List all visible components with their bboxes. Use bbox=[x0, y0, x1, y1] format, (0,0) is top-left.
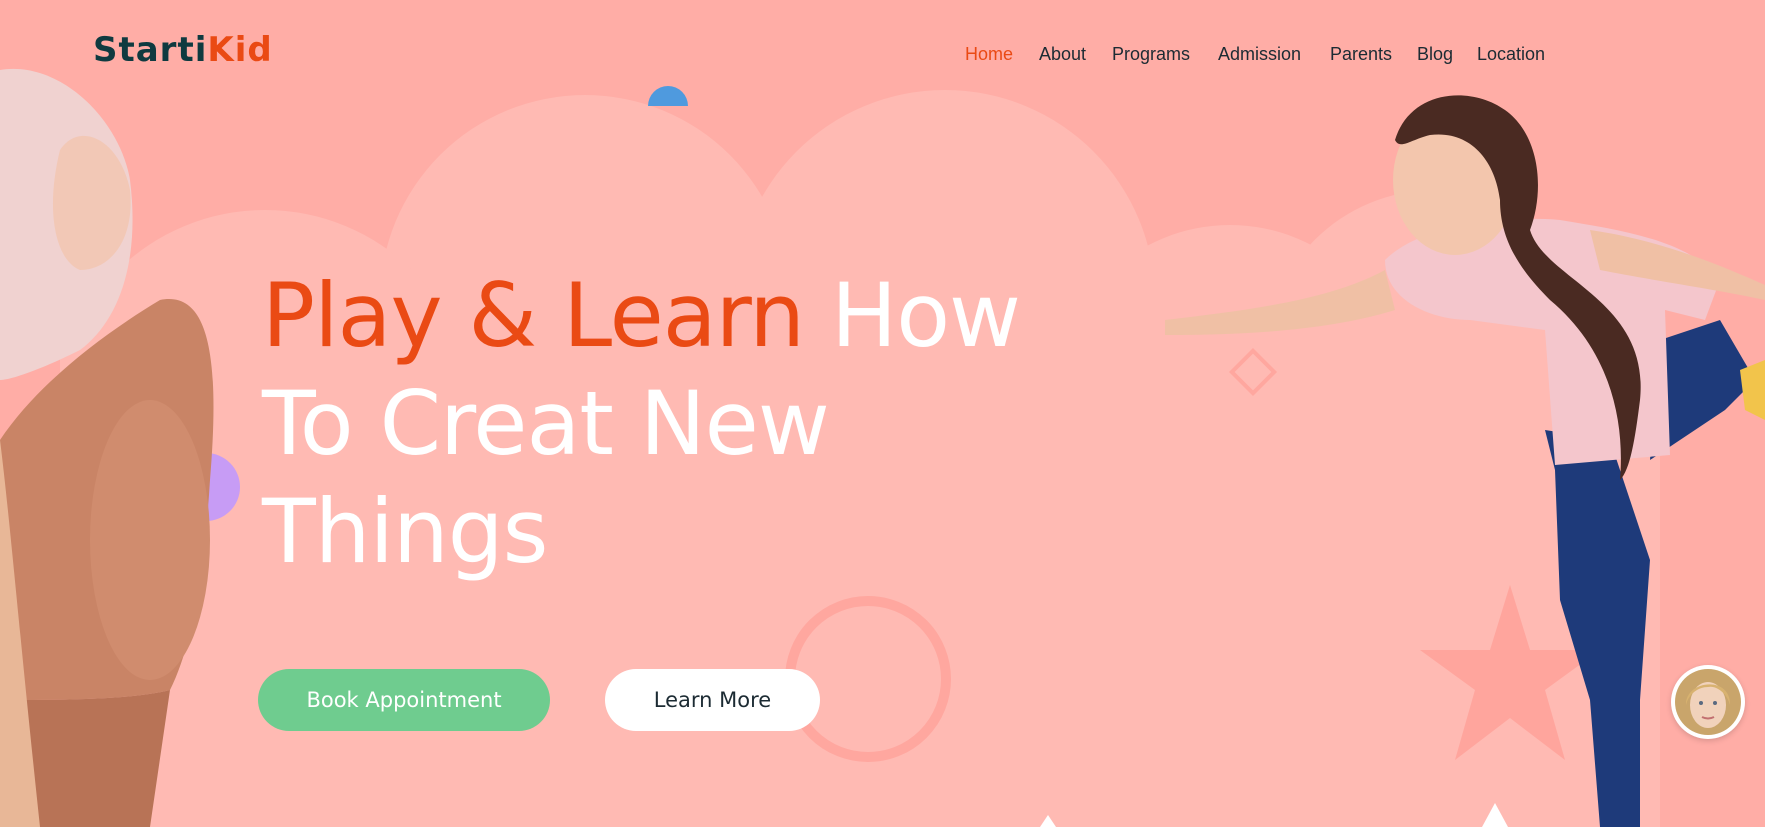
nav-item-about[interactable]: About bbox=[1039, 42, 1086, 66]
nav-item-programs[interactable]: Programs bbox=[1112, 42, 1190, 66]
book-appointment-button[interactable]: Book Appointment bbox=[258, 669, 550, 731]
hero-title-line1-rest: How bbox=[804, 264, 1021, 367]
hero-title-line2: To Creat New bbox=[262, 372, 830, 475]
nav-item-blog[interactable]: Blog bbox=[1417, 42, 1453, 66]
nav-item-admission[interactable]: Admission bbox=[1218, 42, 1301, 66]
blue-dot-shape bbox=[648, 86, 688, 106]
hero-title: Play & Learn How To Creat New Things bbox=[262, 262, 1082, 586]
nav-item-parents[interactable]: Parents bbox=[1330, 42, 1392, 66]
main-navigation: Home About Programs Admission Parents Bl… bbox=[0, 42, 1765, 66]
nav-item-location[interactable]: Location bbox=[1477, 42, 1545, 66]
learn-more-button[interactable]: Learn More bbox=[605, 669, 820, 731]
avatar-portrait-icon bbox=[1675, 669, 1741, 735]
hero-title-highlight: Play & Learn bbox=[262, 264, 805, 367]
hero-title-line3: Things bbox=[262, 480, 548, 583]
chat-avatar[interactable] bbox=[1671, 665, 1745, 739]
nav-item-home[interactable]: Home bbox=[965, 42, 1013, 66]
